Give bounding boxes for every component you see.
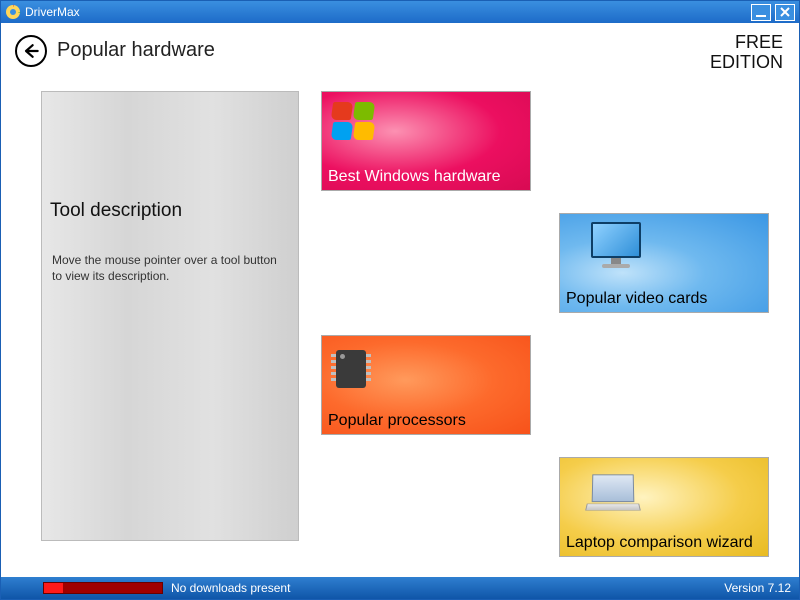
version-text: Version 7.12 [724,581,791,595]
windows-logo-icon [332,102,376,146]
download-progress-fill [44,583,63,593]
card-label: Best Windows hardware [328,168,501,186]
back-button[interactable] [15,35,47,67]
card-best-windows-hardware[interactable]: Best Windows hardware [321,91,531,191]
minimize-button[interactable] [751,4,771,21]
edition-line1: FREE [710,33,783,53]
arrow-left-icon [21,41,41,61]
laptop-icon [586,474,640,518]
card-label: Laptop comparison wizard [566,534,753,552]
card-popular-processors[interactable]: Popular processors [321,335,531,435]
card-popular-video-cards[interactable]: Popular video cards [559,213,769,313]
download-progress [43,582,163,594]
download-status-text: No downloads present [171,581,290,595]
page-title: Popular hardware [57,39,215,62]
app-icon [5,4,21,20]
window-controls [751,4,795,21]
card-laptop-comparison-wizard[interactable]: Laptop comparison wizard [559,457,769,557]
close-button[interactable] [775,4,795,21]
card-label: Popular video cards [566,290,707,308]
header-row: Popular hardware FREE EDITION [13,35,787,75]
titlebar: DriverMax [1,1,799,23]
tool-description-text: Move the mouse pointer over a tool butto… [52,252,288,284]
statusbar: No downloads present Version 7.12 [1,577,799,599]
window-title: DriverMax [25,5,80,19]
content-area: Popular hardware FREE EDITION Tool descr… [1,23,799,577]
card-label: Popular processors [328,412,466,430]
monitor-icon [588,222,644,272]
edition-line2: EDITION [710,53,783,73]
cpu-chip-icon [336,350,366,388]
tool-description-title: Tool description [50,200,182,222]
edition-label: FREE EDITION [710,33,783,73]
tool-description-panel: Tool description Move the mouse pointer … [41,91,299,541]
